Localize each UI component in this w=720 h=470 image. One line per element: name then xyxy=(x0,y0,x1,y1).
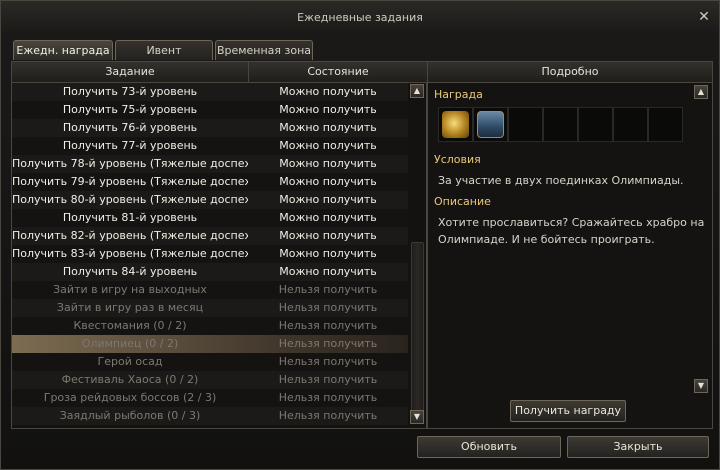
quest-state: Нельзя получить xyxy=(278,391,378,404)
quest-name: Герой осад xyxy=(97,355,163,368)
scroll-down-icon[interactable]: ▼ xyxy=(410,410,424,424)
quest-state: Можно получить xyxy=(279,139,377,152)
quest-state: Нельзя получить xyxy=(278,355,378,368)
reward-slot-1[interactable] xyxy=(438,107,473,142)
scroll-up-icon[interactable]: ▲ xyxy=(410,84,424,98)
details-scroll-down-icon[interactable]: ▼ xyxy=(694,379,708,393)
quest-name: Олимпиец (0 / 2) xyxy=(81,337,179,350)
quest-state: Нельзя получить xyxy=(278,283,378,296)
quest-list-scrollbar[interactable]: ▲ ▼ xyxy=(410,82,424,426)
quest-name: Получить 83-й уровень (Тяжелые доспехи) xyxy=(12,247,248,260)
conditions-text: За участие в двух поединках Олимпиады. xyxy=(438,174,684,187)
quest-name: Получить 77-й уровень xyxy=(62,139,198,152)
column-state-header[interactable]: Состояние xyxy=(248,62,427,83)
quest-state: Можно получить xyxy=(279,103,377,116)
table-row[interactable]: Заядлый рыболов (0 / 3) Нельзя получить xyxy=(12,407,408,425)
quest-name: Получить 79-й уровень (Тяжелые доспехи) xyxy=(12,175,248,188)
quest-state: Можно получить xyxy=(279,121,377,134)
quest-state: Можно получить xyxy=(279,157,377,170)
tab-daily-reward[interactable]: Ежедн. награда xyxy=(13,40,113,60)
claim-reward-button[interactable]: Получить награду xyxy=(510,400,626,422)
table-row[interactable]: Зайти в игру на выходных Нельзя получить xyxy=(12,281,408,299)
table-row[interactable]: Получить 82-й уровень (Тяжелые доспехи) М… xyxy=(12,227,408,245)
description-line-1: Хотите прославиться? Сражайтесь храбро н… xyxy=(438,216,705,229)
table-row[interactable]: Получить 83-й уровень (Тяжелые доспехи) М… xyxy=(12,245,408,263)
quest-name: Зайти в игру раз в месяц xyxy=(56,301,204,314)
refresh-button[interactable]: Обновить xyxy=(417,436,561,458)
scroll-thumb[interactable] xyxy=(411,242,424,412)
quest-name: Заядлый рыболов (0 / 3) xyxy=(59,409,201,422)
tab-time-zone[interactable]: Временная зона xyxy=(215,40,313,60)
quest-state: Можно получить xyxy=(279,247,377,260)
chest-icon[interactable] xyxy=(477,111,504,138)
quest-state: Можно получить xyxy=(279,211,377,224)
reward-slot-4 xyxy=(543,107,578,142)
details-panel: Подробно Награда ▲ Условия За участие в … xyxy=(427,61,713,429)
quest-state: Можно получить xyxy=(279,229,377,242)
close-icon[interactable]: ✕ xyxy=(697,10,711,24)
table-row[interactable]: Получить 81-й уровень Можно получить xyxy=(12,209,408,227)
table-row[interactable]: Олимпиец (0 / 2) Нельзя получить xyxy=(12,335,408,353)
description-line-2: Олимпиаде. И не бойтесь проиграть. xyxy=(438,233,655,246)
table-row[interactable]: Гроза рейдовых боссов (2 / 3) Нельзя полу… xyxy=(12,389,408,407)
description-label: Описание xyxy=(434,195,491,208)
table-row[interactable]: Получить 78-й уровень (Тяжелые доспехи) М… xyxy=(12,155,408,173)
quest-name: Фестиваль Хаоса (0 / 2) xyxy=(61,373,199,386)
reward-label: Награда xyxy=(434,88,483,101)
table-row[interactable]: Получить 77-й уровень Можно получить xyxy=(12,137,408,155)
details-header: Подробно xyxy=(428,62,712,83)
coins-icon[interactable] xyxy=(442,111,469,138)
quest-name: Получить 81-й уровень xyxy=(62,211,198,224)
title-bar[interactable]: Ежедневные задания ✕ xyxy=(1,1,719,35)
table-row[interactable]: Зайти в игру раз в месяц Нельзя получить xyxy=(12,299,408,317)
close-button[interactable]: Закрыть xyxy=(567,436,709,458)
quest-name: Получить 76-й уровень xyxy=(62,121,198,134)
reward-slot-5 xyxy=(578,107,613,142)
table-row[interactable]: Квестомания (0 / 2) Нельзя получить xyxy=(12,317,408,335)
quest-state: Нельзя получить xyxy=(278,301,378,314)
quest-state: Можно получить xyxy=(279,193,377,206)
quest-name: Получить 73-й уровень xyxy=(62,85,198,98)
table-row[interactable]: Получить 84-й уровень Можно получить xyxy=(12,263,408,281)
quest-state: Можно получить xyxy=(279,175,377,188)
quest-state: Можно получить xyxy=(279,265,377,278)
table-row[interactable]: Получить 79-й уровень (Тяжелые доспехи) М… xyxy=(12,173,408,191)
quest-name: Квестомания (0 / 2) xyxy=(73,319,187,332)
quest-state: Нельзя получить xyxy=(278,319,378,332)
quest-name: Получить 75-й уровень xyxy=(62,103,198,116)
table-row[interactable]: Получить 80-й уровень (Тяжелые доспехи) М… xyxy=(12,191,408,209)
daily-quests-window: Ежедневные задания ✕ Ежедн. награда Ивен… xyxy=(0,0,720,470)
window-title: Ежедневные задания xyxy=(297,11,423,24)
quest-name: Зайти в игру на выходных xyxy=(53,283,207,296)
quest-state: Нельзя получить xyxy=(278,409,378,422)
tab-event[interactable]: Ивент xyxy=(115,40,213,60)
details-scroll-up-icon[interactable]: ▲ xyxy=(694,85,708,99)
quest-name: Получить 82-й уровень (Тяжелые доспехи) xyxy=(12,229,248,242)
quest-state: Можно получить xyxy=(279,85,377,98)
reward-slot-6 xyxy=(613,107,648,142)
quest-state: Нельзя получить xyxy=(278,373,378,386)
column-task-header[interactable]: Задание xyxy=(12,62,248,83)
quest-name: Получить 78-й уровень (Тяжелые доспехи) xyxy=(12,157,248,170)
table-row[interactable]: Получить 73-й уровень Можно получить xyxy=(12,83,408,101)
quest-name: Гроза рейдовых боссов (2 / 3) xyxy=(43,391,217,404)
table-row[interactable]: Получить 75-й уровень Можно получить xyxy=(12,101,408,119)
reward-slot-7 xyxy=(648,107,683,142)
table-row[interactable]: Герой осад Нельзя получить xyxy=(12,353,408,371)
quest-name: Получить 80-й уровень (Тяжелые доспехи) xyxy=(12,193,248,206)
conditions-label: Условия xyxy=(434,153,481,166)
table-row[interactable]: Фестиваль Хаоса (0 / 2) Нельзя получить xyxy=(12,371,408,389)
quest-name: Получить 84-й уровень xyxy=(62,265,198,278)
quest-list-panel: Задание Состояние Получить 73-й уровень М… xyxy=(11,61,427,429)
quest-state: Нельзя получить xyxy=(278,337,378,350)
table-row[interactable]: Получить 76-й уровень Можно получить xyxy=(12,119,408,137)
reward-slot-2[interactable] xyxy=(473,107,508,142)
reward-slot-3 xyxy=(508,107,543,142)
